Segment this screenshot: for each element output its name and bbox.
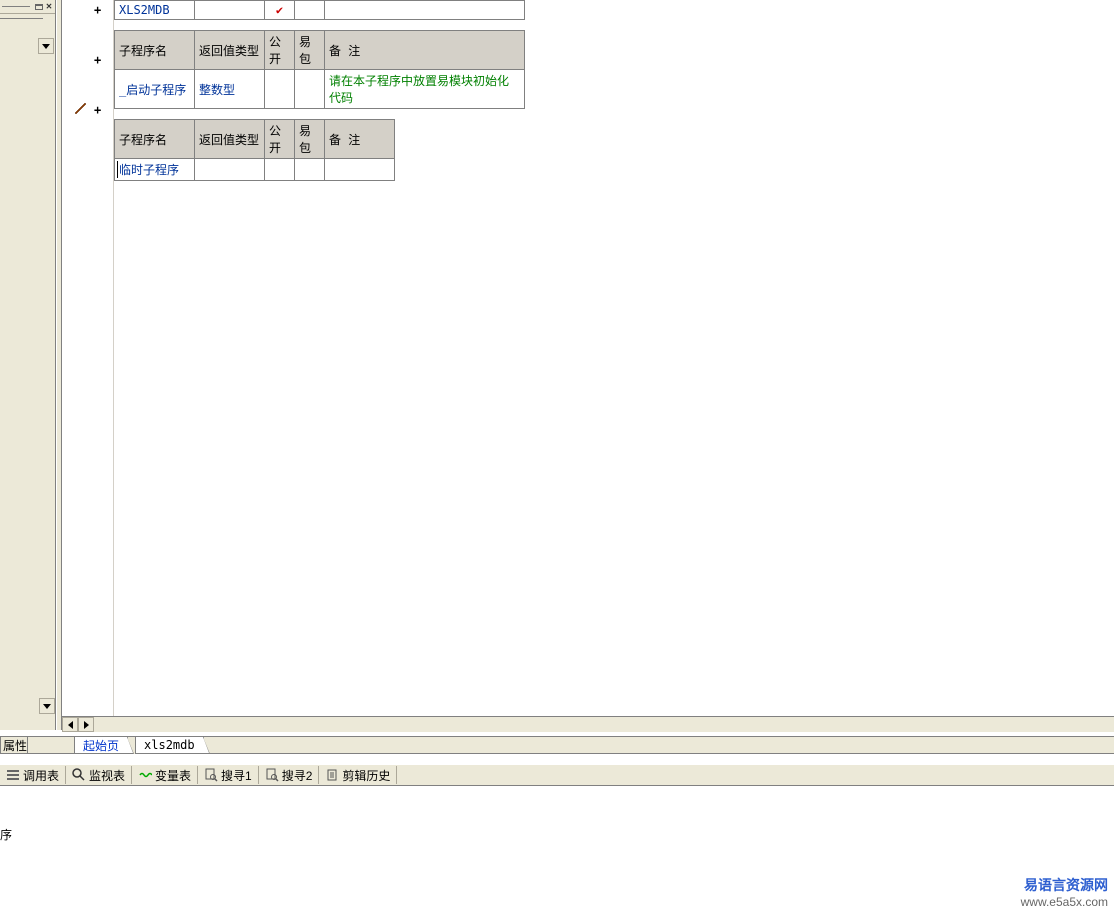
panel-line [2,6,30,7]
tool-label: 调用表 [23,767,59,784]
subprogram-table-1: 子程序名 返回值类型 公开 易包 备 注 _启动子程序 整数型 请在本子程序中放… [114,30,525,109]
header-rettype: 返回值类型 [195,120,265,159]
scroll-right-icon[interactable] [78,717,94,732]
scroll-left-icon[interactable] [62,717,78,732]
tabs-fill [204,737,1114,754]
cell-name[interactable]: XLS2MDB [115,1,195,20]
table-row[interactable]: _启动子程序 整数型 请在本子程序中放置易模块初始化代码 [115,70,525,109]
cell-name[interactable]: 临时子程序 [115,159,195,181]
cell-remark[interactable] [325,1,525,20]
vars-button[interactable]: 变量表 [132,766,198,784]
watermark-title: 易语言资源网 [1021,875,1108,895]
search1-button[interactable]: 搜寻1 [198,766,259,784]
cell-pub[interactable] [265,70,295,109]
scroll-track[interactable] [94,717,106,732]
cell-pub[interactable]: ✔ [265,1,295,20]
tool-label: 变量表 [155,767,191,784]
watermark-url: www.e5a5x.com [1021,895,1108,909]
scroll-down-icon[interactable] [39,698,55,714]
cliphistory-button[interactable]: 剪辑历史 [319,766,397,784]
header-pub: 公开 [265,31,295,70]
list-icon [6,768,20,782]
table-header-row: 子程序名 返回值类型 公开 易包 备 注 [115,31,525,70]
panel-content [0,14,55,714]
tool-label: 剪辑历史 [342,767,390,784]
tab-label: xls2mdb [144,738,195,752]
horizontal-scrollbar[interactable] [62,716,1114,732]
tool-label: 搜寻1 [221,767,252,784]
bottom-toolbar: 调用表 监视表 变量表 搜寻1 搜寻2 剪辑历史 [0,764,1114,786]
tabs-gap [28,737,74,754]
cell-remark[interactable] [325,159,395,181]
tool-label: 监视表 [89,767,125,784]
header-rettype: 返回值类型 [195,31,265,70]
cell-rettype[interactable]: 整数型 [195,70,265,109]
cell-pkg[interactable] [295,1,325,20]
subprogram-table-2: 子程序名 返回值类型 公开 易包 备 注 临时子程序 [114,119,395,181]
infinity-icon [138,768,152,782]
header-name: 子程序名 [115,120,195,159]
tab-label: 起始页 [83,737,119,754]
cell-pkg[interactable] [295,159,325,181]
gutter: + + + [62,0,114,730]
cell-rettype[interactable] [195,159,265,181]
search-doc-icon [265,768,279,782]
cell-pkg[interactable] [295,70,325,109]
editor-area: XLS2MDB ✔ 子程序名 返回值类型 公开 易包 备 注 _启动子程序 整数… [114,0,1114,730]
restore-icon[interactable] [35,4,43,10]
panel-divider [0,18,43,19]
table-row[interactable]: XLS2MDB ✔ [115,1,525,20]
pencil-icon [74,102,88,119]
search-doc-icon [204,768,218,782]
tab-start-page[interactable]: 起始页 [74,737,128,754]
dropdown-arrow-icon[interactable] [38,38,54,54]
calltable-button[interactable]: 调用表 [0,766,66,784]
document-tabs: 属性 起始页 xls2mdb [0,736,1114,754]
expand-icon[interactable]: + [94,53,101,67]
cell-remark[interactable]: 请在本子程序中放置易模块初始化代码 [325,70,525,109]
panel-header [0,0,55,14]
header-pkg: 易包 [295,31,325,70]
header-remark: 备 注 [325,120,395,159]
header-pub: 公开 [265,120,295,159]
header-pkg: 易包 [295,120,325,159]
properties-tab[interactable]: 属性 [0,737,28,754]
magnifier-icon [72,768,86,782]
left-panel [0,0,56,730]
cell-pub[interactable] [265,159,295,181]
watch-button[interactable]: 监视表 [66,766,132,784]
check-icon: ✔ [269,3,290,17]
tab-xls2mdb[interactable]: xls2mdb [135,737,204,754]
header-remark: 备 注 [325,31,525,70]
close-icon[interactable] [44,2,54,12]
table-row[interactable]: 临时子程序 [115,159,395,181]
header-name: 子程序名 [115,31,195,70]
search2-button[interactable]: 搜寻2 [259,766,320,784]
cell-rettype[interactable] [195,1,265,20]
tool-label: 搜寻2 [282,767,313,784]
expand-icon[interactable]: + [94,3,101,17]
clipboard-icon [325,768,339,782]
watermark: 易语言资源网 www.e5a5x.com [1021,875,1108,909]
properties-tab-label: 属性 [3,737,27,754]
cell-name[interactable]: _启动子程序 [115,70,195,109]
expand-icon[interactable]: + [94,103,101,117]
table-header-row: 子程序名 返回值类型 公开 易包 备 注 [115,120,395,159]
module-table: XLS2MDB ✔ [114,0,525,20]
status-text: 序 [0,826,10,840]
